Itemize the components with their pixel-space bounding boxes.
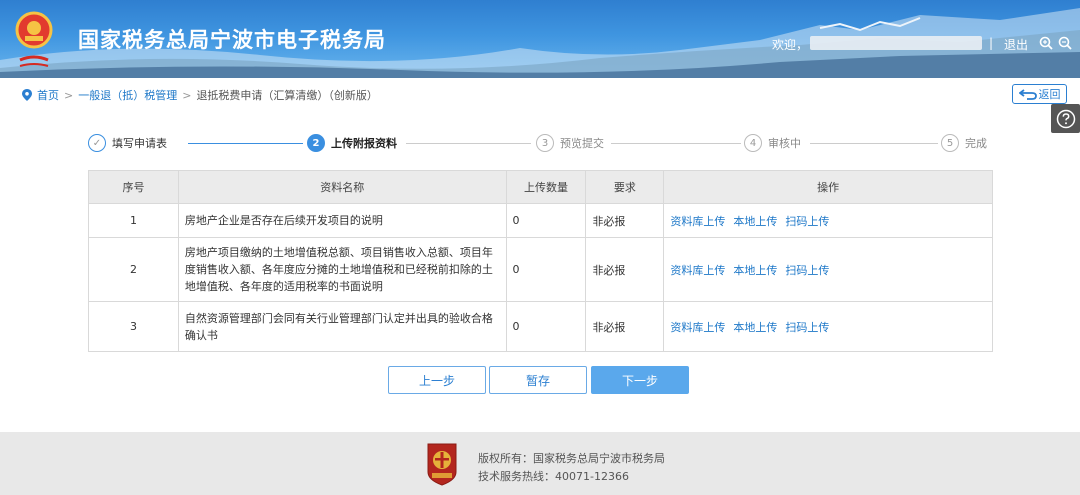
site-header: 国家税务总局宁波市电子税务局 欢迎， | 退出 [0,0,1080,78]
row-operations: 资料库上传 本地上传 扫码上传 [663,203,993,238]
header-material-name: 资料名称 [177,170,507,204]
library-upload-link[interactable]: 资料库上传 [670,321,725,334]
local-upload-link[interactable]: 本地上传 [733,321,777,334]
row-upload-count: 0 [505,301,587,352]
row-material-name: 自然资源管理部门会同有关行业管理部门认定并出具的验收合格确认书 [177,301,507,352]
username-redacted [810,36,982,50]
step-number: 4 [744,134,762,152]
step-connector [611,143,741,144]
footer-copyright: 版权所有：国家税务总局宁波市税务局 [478,452,665,465]
row-requirement: 非必报 [585,301,665,352]
row-index: 2 [88,237,179,302]
breadcrumb-current: 退抵税费申请（汇算清缴）（创新版） [196,89,378,102]
step-preview-submit: 3 预览提交 [536,134,610,152]
back-button[interactable]: 返回 [1012,84,1067,104]
scan-upload-link[interactable]: 扫码上传 [785,215,829,228]
row-index: 3 [88,301,179,352]
previous-step-button[interactable]: 上一步 [388,366,486,394]
step-upload-materials: 2 上传附报资料 [307,134,403,152]
row-upload-count: 0 [505,237,587,302]
row-operations: 资料库上传 本地上传 扫码上传 [663,237,993,302]
step-fill-form: ✓ 填写申请表 [88,134,173,152]
step-label: 预览提交 [560,137,604,150]
row-index: 1 [88,203,179,238]
tax-bureau-badge-logo [427,443,457,486]
table-row: 1 房地产企业是否存在后续开发项目的说明 0 非必报 资料库上传 本地上传 扫码上传 [88,203,993,238]
row-requirement: 非必报 [585,203,665,238]
step-connector [810,143,938,144]
step-number: 5 [941,134,959,152]
step-label: 完成 [965,137,987,150]
header-upload-count: 上传数量 [505,170,587,204]
step-label: 上传附报资料 [331,137,397,150]
footer-hotline: 技术服务热线：40071-12366 [478,470,629,483]
step-reviewing: 4 审核中 [744,134,807,152]
progress-steps: ✓ 填写申请表 2 上传附报资料 3 预览提交 4 审核中 5 完成 [88,134,993,154]
local-upload-link[interactable]: 本地上传 [733,264,777,277]
step-label: 填写申请表 [112,137,167,150]
location-pin-icon [22,89,32,101]
step-complete: 5 完成 [941,134,993,152]
scan-upload-link[interactable]: 扫码上传 [785,264,829,277]
breadcrumb-home[interactable]: 首页 [37,87,59,103]
step-label: 审核中 [768,137,801,150]
back-button-label: 返回 [1038,88,1061,101]
step-connector [406,143,531,144]
breadcrumb-separator: > [64,88,74,102]
header-requirement: 要求 [585,170,665,204]
step-number: 2 [307,134,325,152]
library-upload-link[interactable]: 资料库上传 [670,215,725,228]
save-draft-button[interactable]: 暂存 [489,366,587,394]
row-material-name: 房地产企业是否存在后续开发项目的说明 [177,203,507,238]
check-icon: ✓ [88,134,106,152]
header-separator: | [989,36,994,50]
breadcrumb-refund-management[interactable]: 一般退（抵）税管理 [78,87,177,103]
table-row: 2 房地产项目缴纳的土地增值税总额、项目销售收入总额、项目年度销售收入额、各年度… [88,237,993,302]
row-operations: 资料库上传 本地上传 扫码上传 [663,301,993,352]
breadcrumb: 首页 > 一般退（抵）税管理 > 退抵税费申请（汇算清缴）（创新版） [22,87,378,103]
materials-table: 序号 资料名称 上传数量 要求 操作 1 房地产企业是否存在后续开发项目的说明 … [88,170,993,352]
zoom-in-icon[interactable] [1039,36,1053,50]
step-connector [188,143,303,144]
step-number: 3 [536,134,554,152]
table-row: 3 自然资源管理部门会同有关行业管理部门认定并出具的验收合格确认书 0 非必报 … [88,301,993,352]
welcome-text: 欢迎， [772,38,809,52]
library-upload-link[interactable]: 资料库上传 [670,264,725,277]
row-upload-count: 0 [505,203,587,238]
help-button[interactable] [1051,104,1080,133]
table-header-row: 序号 资料名称 上传数量 要求 操作 [88,170,993,204]
header-index: 序号 [88,170,179,204]
return-arrow-icon [1018,89,1037,100]
logout-link[interactable]: 退出 [1004,36,1028,53]
row-material-name: 房地产项目缴纳的土地增值税总额、项目销售收入总额、项目年度销售收入额、各年度应分… [177,237,507,302]
next-step-button[interactable]: 下一步 [591,366,689,394]
breadcrumb-separator: > [182,88,192,102]
scan-upload-link[interactable]: 扫码上传 [785,321,829,334]
tax-emblem-logo [15,11,53,67]
local-upload-link[interactable]: 本地上传 [733,215,777,228]
zoom-out-icon[interactable] [1058,36,1072,50]
row-requirement: 非必报 [585,237,665,302]
site-title: 国家税务总局宁波市电子税务局 [78,28,386,52]
header-operations: 操作 [663,170,993,204]
question-circle-icon [1056,109,1075,128]
